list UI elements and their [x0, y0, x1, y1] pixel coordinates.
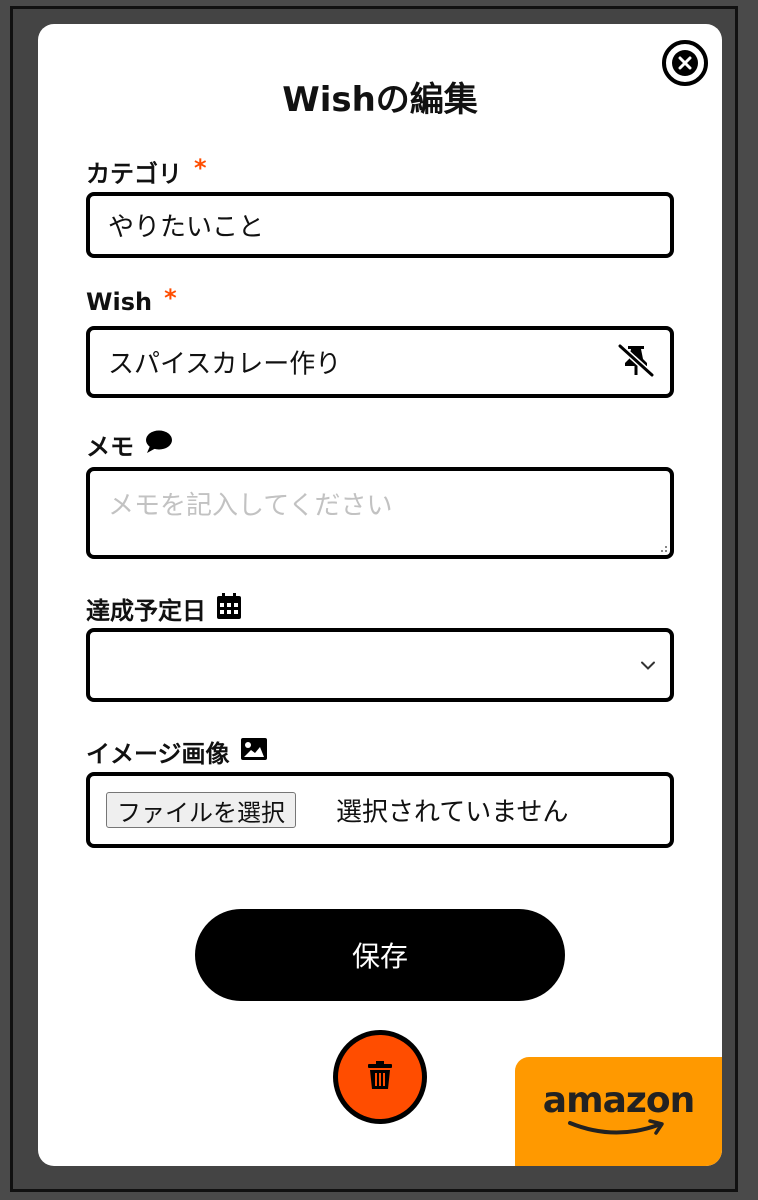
speech-bubble-icon [144, 429, 174, 461]
chevron-down-icon [640, 656, 656, 675]
due-date-label: 達成予定日 [86, 591, 242, 626]
due-date-select[interactable] [86, 628, 674, 702]
amazon-logo: amazon [542, 1079, 695, 1121]
image-label-text: イメージ画像 [86, 740, 230, 768]
delete-button[interactable] [333, 1030, 427, 1124]
choose-file-button[interactable]: ファイルを選択 [106, 792, 296, 828]
image-icon [240, 737, 268, 767]
required-mark: * [194, 153, 207, 182]
image-label: イメージ画像 [86, 734, 268, 769]
memo-label-text: メモ [86, 433, 134, 461]
modal-title: Wishの編集 [282, 80, 478, 120]
amazon-button[interactable]: amazon [515, 1057, 722, 1166]
required-mark: * [164, 284, 177, 312]
memo-textarea[interactable]: メモを記入してください [86, 467, 674, 559]
category-value: やりたいこと [108, 212, 265, 243]
memo-placeholder: メモを記入してください [108, 491, 393, 521]
file-status-text: 選択されていません [336, 797, 569, 828]
category-label-text: カテゴリ [86, 160, 182, 188]
wish-label: Wish * [86, 284, 177, 316]
trash-icon [367, 1060, 393, 1094]
wish-label-text: Wish [86, 288, 153, 316]
save-button[interactable]: 保存 [195, 909, 565, 1001]
wish-input[interactable]: スパイスカレー作り [86, 326, 674, 398]
image-file-input: ファイルを選択 選択されていません [86, 772, 674, 848]
memo-label: メモ [86, 427, 174, 462]
wish-value: スパイスカレー作り [108, 349, 342, 380]
category-field[interactable]: やりたいこと [86, 192, 674, 258]
category-label: カテゴリ * [86, 154, 207, 189]
amazon-smile-icon [564, 1118, 674, 1141]
resize-handle[interactable] [661, 546, 667, 552]
delete-button-inner [338, 1035, 422, 1119]
calendar-icon [216, 592, 242, 626]
pin-off-icon[interactable] [616, 342, 656, 382]
due-date-label-text: 達成予定日 [86, 597, 206, 625]
edit-wish-modal: Wishの編集 カテゴリ * やりたいこと Wish * スパイスカレー作り メ… [38, 24, 722, 1166]
